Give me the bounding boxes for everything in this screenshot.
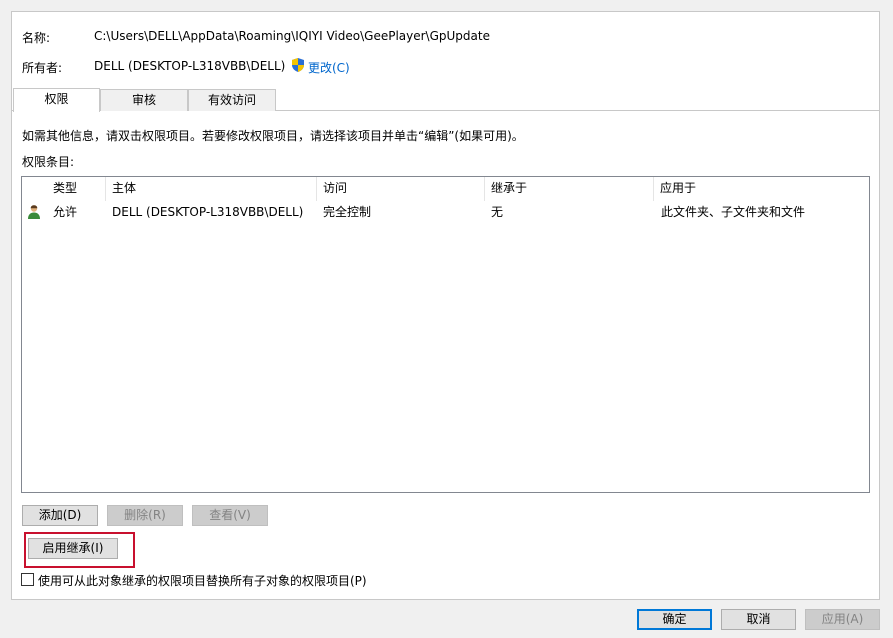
ok-button[interactable]: 确定	[637, 609, 712, 630]
change-owner-link[interactable]: 更改(C)	[308, 59, 350, 76]
column-header-type[interactable]: 类型	[47, 177, 106, 201]
owner-label: 所有者:	[22, 61, 63, 75]
shield-icon	[290, 57, 306, 73]
tab-permissions[interactable]: 权限	[13, 88, 100, 112]
add-button[interactable]: 添加(D)	[22, 505, 98, 526]
name-label: 名称:	[22, 31, 51, 45]
replace-child-permissions-checkbox[interactable]	[21, 573, 34, 586]
cell-applies-to: 此文件夹、子文件夹和文件	[661, 205, 806, 219]
entries-label: 权限条目:	[22, 155, 75, 169]
permission-entries-list[interactable]: 类型 主体 访问 继承于 应用于 允许 DELL (DESKTOP-L318VB…	[21, 176, 870, 493]
remove-button[interactable]: 删除(R)	[107, 505, 183, 526]
view-button[interactable]: 查看(V)	[192, 505, 268, 526]
cell-inherited-from: 无	[491, 205, 504, 219]
column-header-inherited-from[interactable]: 继承于	[485, 177, 654, 201]
enable-inheritance-button[interactable]: 启用继承(I)	[28, 538, 118, 559]
cell-access: 完全控制	[323, 205, 372, 219]
info-text: 如需其他信息，请双击权限项目。若要修改权限项目，请选择该项目并单击“编辑”(如果…	[22, 129, 524, 143]
column-header-principal[interactable]: 主体	[106, 177, 317, 201]
apply-button[interactable]: 应用(A)	[805, 609, 880, 630]
tab-effective-access[interactable]: 有效访问	[188, 89, 276, 111]
replace-child-permissions-label[interactable]: 使用可从此对象继承的权限项目替换所有子对象的权限项目(P)	[38, 572, 367, 589]
owner-value: DELL (DESKTOP-L318VBB\DELL)	[94, 59, 286, 73]
column-header-access[interactable]: 访问	[317, 177, 485, 201]
tab-auditing[interactable]: 审核	[100, 89, 188, 111]
column-header-applies-to[interactable]: 应用于	[654, 177, 869, 201]
cell-type: 允许	[53, 205, 78, 219]
table-row[interactable]: 允许 DELL (DESKTOP-L318VBB\DELL) 完全控制 无 此文…	[22, 202, 869, 223]
object-path: C:\Users\DELL\AppData\Roaming\IQIYI Vide…	[94, 29, 490, 43]
cell-principal: DELL (DESKTOP-L318VBB\DELL)	[112, 205, 304, 219]
cancel-button[interactable]: 取消	[721, 609, 796, 630]
user-icon	[27, 204, 41, 220]
